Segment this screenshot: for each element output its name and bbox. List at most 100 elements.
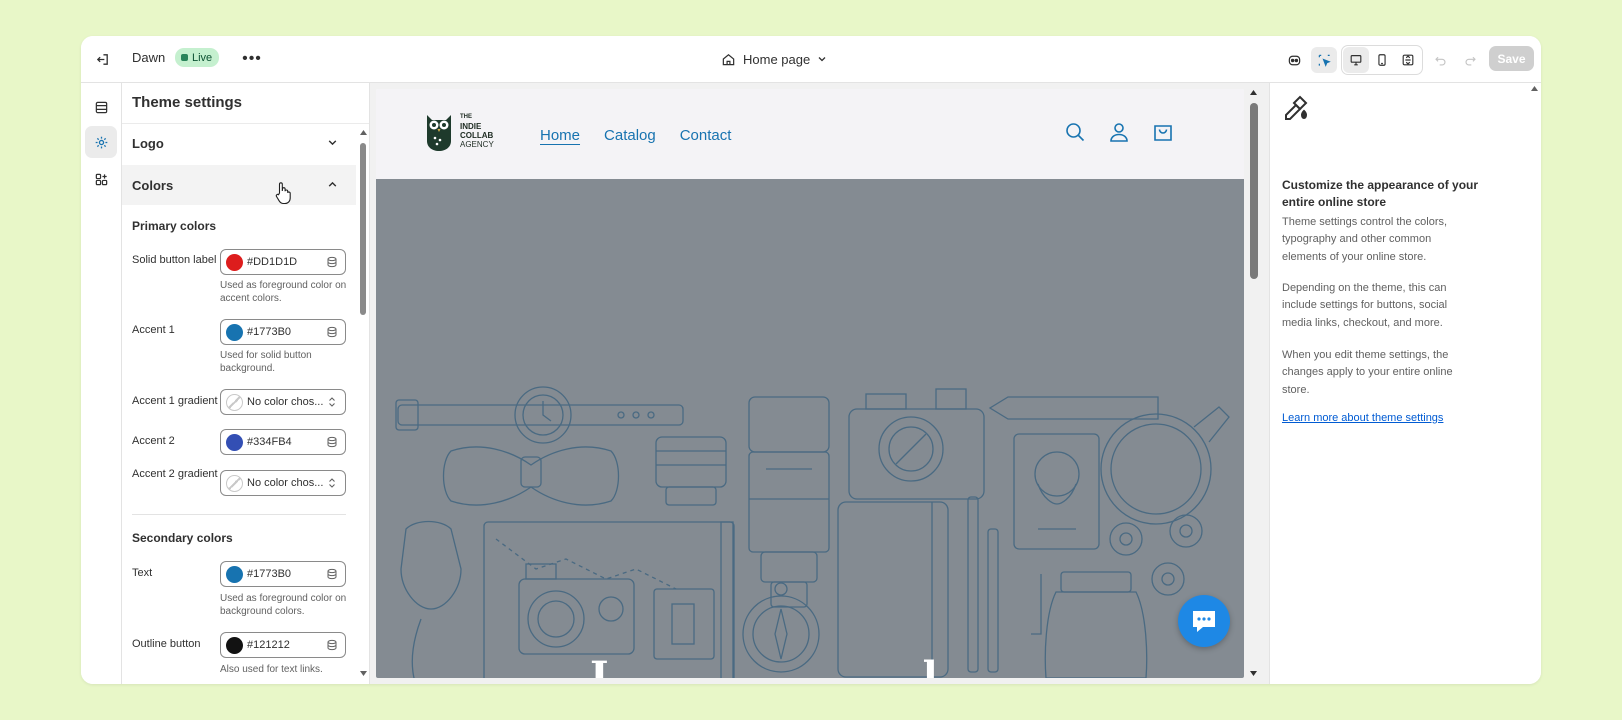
help-text: Used for solid button background. xyxy=(220,350,312,374)
exit-icon[interactable] xyxy=(91,48,113,70)
live-badge-label: Live xyxy=(192,51,213,64)
account-icon[interactable] xyxy=(1108,121,1130,143)
chat-bubble-icon xyxy=(1193,611,1215,632)
database-icon xyxy=(327,326,337,338)
left-rail xyxy=(81,83,122,684)
gradient-value: No color chos... xyxy=(247,477,324,489)
preview-area: THE INDIE COLLAB AGENCY Home Catalog Con… xyxy=(370,83,1270,684)
color-swatch xyxy=(226,433,243,451)
row-label: Accent 2 gradient xyxy=(132,468,218,480)
fullscreen-view-icon[interactable] xyxy=(1395,47,1421,73)
color-value: #1773B0 xyxy=(247,568,292,580)
empty-swatch xyxy=(226,393,243,411)
page-selector[interactable]: Home page xyxy=(721,48,827,70)
row-label: Solid button label xyxy=(132,254,217,266)
panel-title: Theme settings xyxy=(132,94,243,111)
apps-icon[interactable] xyxy=(85,163,117,195)
color-value: #334FB4 xyxy=(247,436,292,448)
sidekick-icon[interactable] xyxy=(1281,47,1307,73)
section-colors[interactable]: Colors xyxy=(122,165,356,205)
cart-icon[interactable] xyxy=(1152,121,1174,143)
logo-text: THE INDIE COLLAB AGENCY xyxy=(460,113,494,149)
save-button[interactable]: Save xyxy=(1489,46,1534,71)
row-label: Outline button xyxy=(132,638,201,650)
preview-scrollbar[interactable] xyxy=(1246,89,1260,678)
live-dot-icon xyxy=(181,54,188,61)
logo-line: THE xyxy=(460,114,472,120)
hero-illustration xyxy=(395,386,1230,678)
info-heading: Customize the appearance of your entire … xyxy=(1282,178,1479,209)
scroll-up-arrow-icon xyxy=(1531,86,1538,91)
info-paragraph: When you edit theme settings, the change… xyxy=(1282,349,1453,396)
desktop-view-icon[interactable] xyxy=(1343,47,1369,73)
mobile-view-icon[interactable] xyxy=(1369,47,1395,73)
section-logo[interactable]: Logo xyxy=(122,123,356,163)
editor-window: Dawn Live ••• Home page Save Theme setti… xyxy=(81,36,1541,684)
color-swatch xyxy=(226,323,243,341)
nav-link-home[interactable]: Home xyxy=(540,127,580,144)
row-label: Accent 1 xyxy=(132,324,175,336)
store-preview-frame[interactable]: THE INDIE COLLAB AGENCY Home Catalog Con… xyxy=(376,89,1244,678)
database-icon xyxy=(327,256,337,268)
help-text: Also used for text links. xyxy=(220,664,323,675)
secondary-colors-heading: Secondary colors xyxy=(132,531,233,545)
gradient-value: No color chos... xyxy=(247,396,324,408)
gradient-picker-accent-2[interactable]: No color chos... xyxy=(220,470,346,496)
learn-more-link[interactable]: Learn more about theme settings xyxy=(1282,412,1443,424)
hand-cursor-icon xyxy=(275,182,291,205)
empty-swatch xyxy=(226,474,243,492)
help-text: Used as foreground color on accent color… xyxy=(220,280,347,304)
color-swatch xyxy=(226,636,243,654)
undo-icon[interactable] xyxy=(1427,47,1453,73)
theme-settings-panel: Theme settings Logo Colors Primary color… xyxy=(122,83,370,684)
select-arrows-icon xyxy=(329,397,335,407)
redo-icon[interactable] xyxy=(1457,47,1483,73)
chevron-down-icon xyxy=(818,57,826,62)
divider xyxy=(132,514,346,515)
scrollbar-thumb[interactable] xyxy=(1250,103,1258,279)
info-paragraph: Theme settings control the colors, typog… xyxy=(1282,216,1448,263)
color-picker-solid-button-label[interactable]: #DD1D1D xyxy=(220,249,346,275)
database-icon xyxy=(327,639,337,651)
color-swatch xyxy=(226,253,243,271)
scrollbar-thumb[interactable] xyxy=(360,143,366,315)
section-label: Logo xyxy=(132,135,164,151)
logo-line: AGENCY xyxy=(460,140,494,149)
select-arrows-icon xyxy=(329,478,335,488)
paint-brush-icon xyxy=(1285,95,1308,120)
color-picker-accent-1[interactable]: #1773B0 xyxy=(220,319,346,345)
logo-line: COLLAB xyxy=(460,131,494,140)
gradient-picker-accent-1[interactable]: No color chos... xyxy=(220,389,346,415)
home-icon xyxy=(722,53,735,65)
info-pane: Customize the appearance of your entire … xyxy=(1270,83,1541,684)
hero-banner: I l xyxy=(376,179,1244,678)
theme-settings-gear-icon[interactable] xyxy=(85,126,117,158)
scroll-up-arrow-icon xyxy=(1250,90,1257,95)
info-paragraph: Depending on the theme, this can include… xyxy=(1282,282,1448,329)
page-selector-label: Home page xyxy=(743,51,811,67)
panel-scrollbar[interactable] xyxy=(358,129,368,679)
scroll-down-arrow-icon xyxy=(360,671,367,676)
sections-icon[interactable] xyxy=(85,91,117,123)
logo-line: INDIE xyxy=(460,122,482,131)
database-icon xyxy=(327,568,337,580)
inspector-icon[interactable] xyxy=(1311,47,1337,73)
store-logo[interactable]: THE INDIE COLLAB AGENCY xyxy=(424,109,494,153)
color-picker-accent-2[interactable]: #334FB4 xyxy=(220,429,346,455)
nav-link-catalog[interactable]: Catalog xyxy=(604,127,656,144)
chat-button[interactable] xyxy=(1178,595,1230,647)
nav-link-contact[interactable]: Contact xyxy=(680,127,732,144)
owl-logo-icon xyxy=(427,115,451,151)
toolbar-icons xyxy=(1281,45,1483,75)
chevron-down-icon xyxy=(328,140,337,146)
live-status-badge: Live xyxy=(175,48,220,67)
search-icon[interactable] xyxy=(1064,121,1086,143)
color-picker-text[interactable]: #1773B0 xyxy=(220,561,346,587)
color-picker-outline-button[interactable]: #121212 xyxy=(220,632,346,658)
row-label: Accent 2 xyxy=(132,435,175,447)
more-actions-button[interactable]: ••• xyxy=(241,48,263,70)
scroll-down-arrow-icon xyxy=(1250,671,1257,676)
row-label: Text xyxy=(132,567,153,579)
theme-name: Dawn xyxy=(132,50,166,65)
section-label: Colors xyxy=(132,177,174,193)
